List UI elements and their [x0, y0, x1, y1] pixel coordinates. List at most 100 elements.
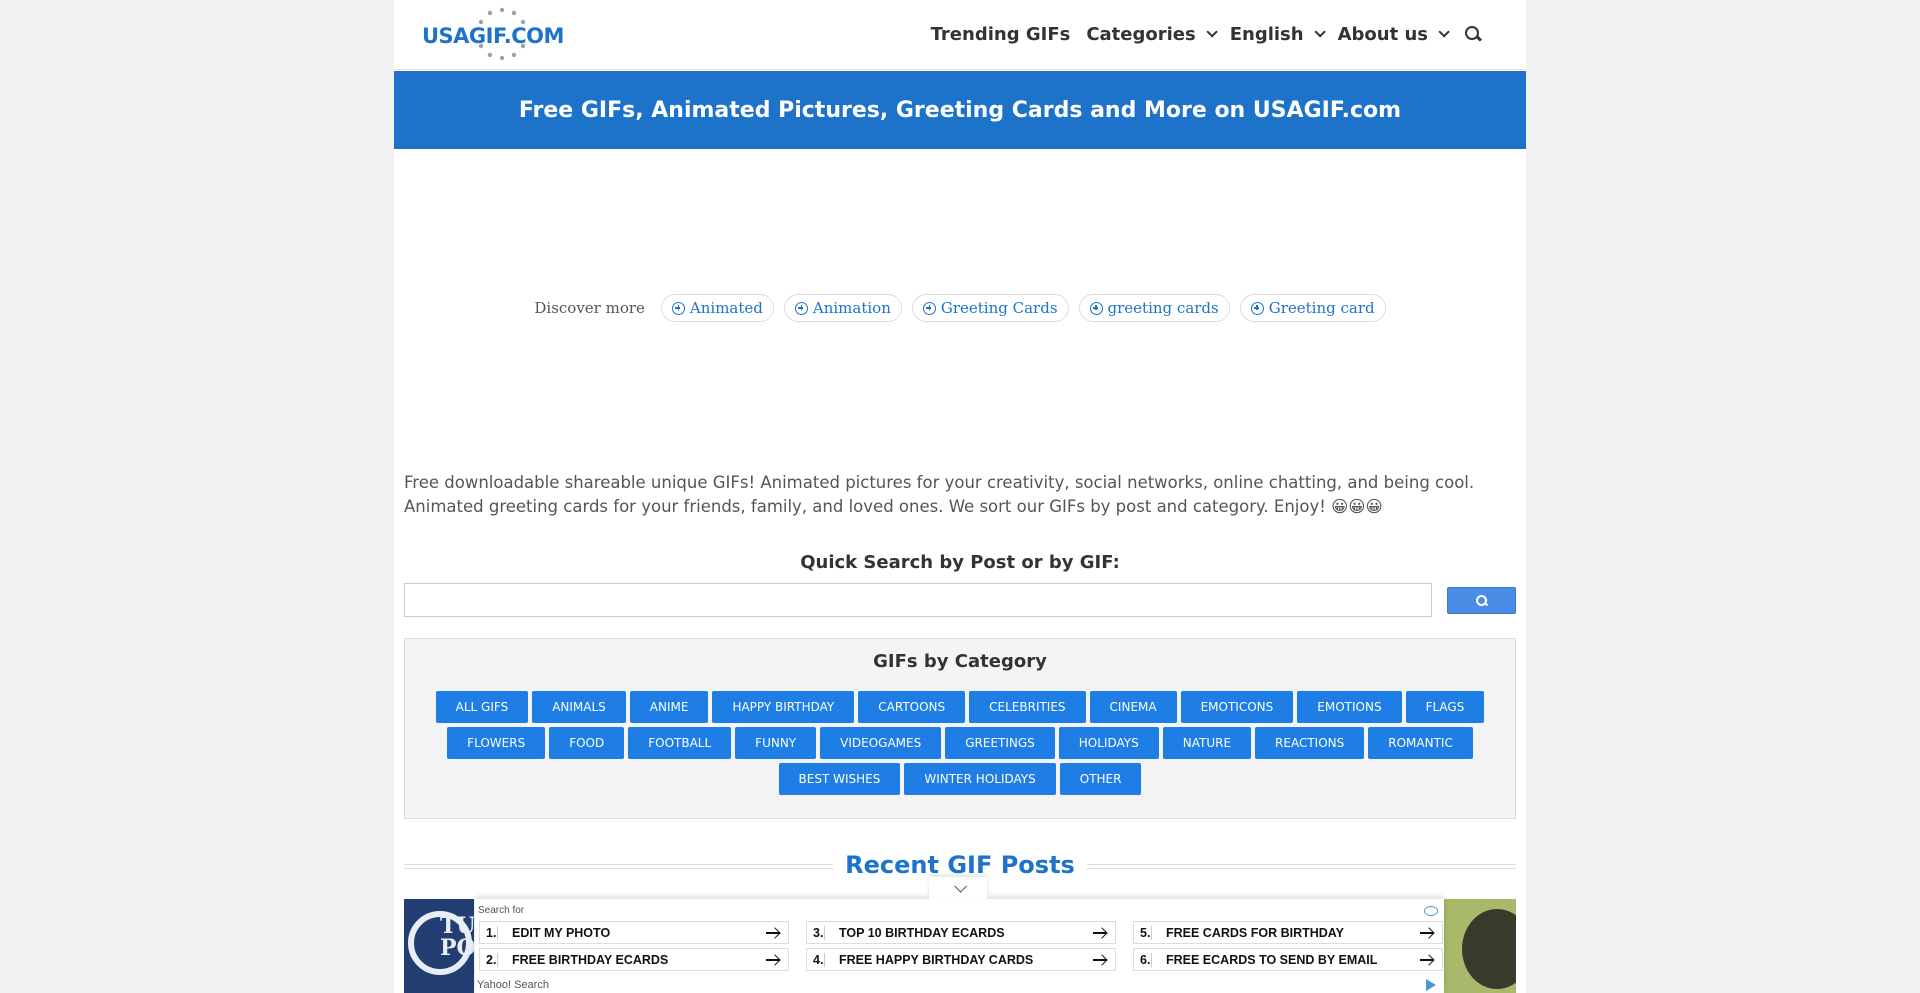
ad-link-number: 2.: [480, 952, 498, 967]
quick-search-button[interactable]: [1447, 587, 1516, 614]
pill-label: Animated: [689, 299, 763, 317]
intro-text: Free downloadable shareable unique GIFs!…: [404, 473, 1475, 516]
category-row: Best Wishes Winter Holidays Other: [778, 763, 1142, 795]
thumbnail-text: TU PO: [440, 913, 474, 961]
category-panel: GIFs by Category All GIFs Animals Anime …: [404, 638, 1516, 819]
category-button[interactable]: Flags: [1405, 691, 1485, 723]
page: USAGIF.COM Trending GIFs Categories Engl…: [394, 0, 1526, 993]
pill-label: greeting cards: [1107, 299, 1219, 317]
category-button[interactable]: Animals: [532, 691, 626, 723]
chevron-down-icon: [953, 879, 967, 893]
search-icon[interactable]: [1464, 25, 1482, 43]
nav-label: Categories: [1086, 23, 1196, 45]
pill-label: Animation: [812, 299, 891, 317]
category-button[interactable]: Flowers: [447, 727, 546, 759]
nav-label: English: [1229, 23, 1304, 45]
recent-posts-title-text: Recent GIF Posts: [833, 851, 1087, 879]
category-button[interactable]: Cinema: [1089, 691, 1177, 723]
plus-circle-icon: [1250, 301, 1264, 315]
search-icon: [1475, 594, 1488, 607]
category-button[interactable]: Winter Holidays: [904, 763, 1056, 795]
ad-link[interactable]: 6. Free Ecards To Send By Email: [1133, 948, 1443, 971]
nav-trending-gifs[interactable]: Trending GIFs: [931, 24, 1071, 45]
category-panel-title: GIFs by Category: [873, 651, 1047, 672]
arrow-right-icon: [1093, 955, 1107, 965]
plus-circle-icon: [671, 301, 685, 315]
recent-posts-title: Recent GIF Posts: [404, 851, 1516, 879]
search-ad-overlay: Search for 1. Edit my photo 3. Top 10 Birt…: [475, 877, 1444, 993]
discover-pill[interactable]: Animation: [783, 294, 902, 322]
category-button[interactable]: Videogames: [820, 727, 942, 759]
chevron-down-icon: [1438, 26, 1450, 38]
category-button[interactable]: Other: [1059, 763, 1142, 795]
category-button[interactable]: Funny: [735, 727, 817, 759]
category-button[interactable]: Romantic: [1368, 727, 1473, 759]
pill-label: Greeting card: [1268, 299, 1375, 317]
page-title: Free GIFs, Animated Pictures, Greeting C…: [518, 97, 1402, 123]
category-button[interactable]: Nature: [1162, 727, 1252, 759]
category-button[interactable]: Happy Birthday: [712, 691, 855, 723]
ad-link[interactable]: 1. Edit my photo: [479, 921, 789, 944]
nav-categories[interactable]: Categories: [1086, 23, 1218, 45]
ad-link-number: 3.: [807, 925, 825, 940]
ad-link-text: Top 10 Birthday Ecards: [839, 925, 1005, 940]
discover-pill[interactable]: greeting cards: [1078, 294, 1230, 322]
arrow-right-icon: [1093, 928, 1107, 938]
play-icon[interactable]: [1426, 979, 1436, 991]
category-button[interactable]: All GIFs: [435, 691, 529, 723]
quick-search-title: Quick Search by Post or by GIF:: [800, 552, 1120, 573]
ad-link[interactable]: 4. Free Happy Birthday Cards: [806, 948, 1116, 971]
ad-link[interactable]: 2. Free Birthday Ecards: [479, 948, 789, 971]
ad-link-text: Free Happy Birthday Cards: [839, 952, 1034, 967]
category-button[interactable]: Anime: [629, 691, 709, 723]
ad-provider-label: Yahoo! Search: [477, 979, 549, 991]
category-button[interactable]: Best Wishes: [778, 763, 901, 795]
arrow-right-icon: [766, 955, 780, 965]
category-button[interactable]: Cartoons: [858, 691, 966, 723]
ad-link-number: 5.: [1134, 925, 1152, 940]
discover-more-bar: Discover more Animated Animation Greetin…: [394, 294, 1526, 322]
adchoices-icon[interactable]: [1424, 906, 1438, 916]
category-button[interactable]: Holidays: [1058, 727, 1159, 759]
ad-link-text: Edit my photo: [512, 925, 611, 940]
plus-circle-icon: [794, 301, 808, 315]
post-thumbnail[interactable]: TU PO: [404, 899, 474, 993]
site-header: USAGIF.COM Trending GIFs Categories Engl…: [394, 0, 1526, 70]
ad-link[interactable]: 5. Free Cards For Birthday: [1133, 921, 1443, 944]
nav-language[interactable]: English: [1229, 23, 1326, 45]
ad-link-grid: 1. Edit my photo 3. Top 10 Birthday Ecards…: [479, 921, 1443, 971]
nav-label: About us: [1337, 23, 1428, 45]
category-row: All GIFs Animals Anime Happy Birthday Ca…: [435, 691, 1485, 723]
category-button[interactable]: Celebrities: [969, 691, 1086, 723]
plus-circle-icon: [1089, 301, 1103, 315]
post-thumbnail[interactable]: [1444, 899, 1516, 993]
category-button[interactable]: Emoticons: [1180, 691, 1294, 723]
arrow-right-icon: [766, 928, 780, 938]
category-row: Flowers Food Football Funny Videogames G…: [447, 727, 1473, 759]
discover-pill[interactable]: Greeting Cards: [911, 294, 1069, 322]
ad-link-text: Free Ecards To Send By Email: [1166, 952, 1378, 967]
main-nav: Trending GIFs Categories English About u…: [931, 0, 1482, 68]
category-button[interactable]: Greetings: [945, 727, 1055, 759]
discover-pill[interactable]: Animated: [660, 294, 774, 322]
ad-link-number: 1.: [480, 925, 498, 940]
plus-circle-icon: [922, 301, 936, 315]
nav-about-us[interactable]: About us: [1337, 23, 1450, 45]
chevron-down-icon: [1206, 26, 1218, 38]
category-buttons: All GIFs Animals Anime Happy Birthday Ca…: [405, 691, 1515, 795]
ad-link[interactable]: 3. Top 10 Birthday Ecards: [806, 921, 1116, 944]
category-button[interactable]: Food: [549, 727, 625, 759]
logo-text: USAGIF.COM: [422, 24, 564, 48]
quick-search-input[interactable]: [404, 583, 1432, 617]
category-button[interactable]: Football: [628, 727, 732, 759]
chevron-down-icon: [1314, 26, 1326, 38]
site-logo[interactable]: USAGIF.COM: [422, 6, 564, 62]
nav-label: Trending GIFs: [930, 23, 1071, 45]
ad-link-text: Free Cards For Birthday: [1166, 925, 1345, 940]
ad-search-for-label: Search for: [478, 905, 525, 916]
category-button[interactable]: Emotions: [1297, 691, 1402, 723]
arrow-right-icon: [1420, 928, 1434, 938]
discover-pill[interactable]: Greeting card: [1239, 294, 1386, 322]
category-button[interactable]: Reactions: [1255, 727, 1365, 759]
collapse-ad-button[interactable]: [929, 877, 987, 899]
